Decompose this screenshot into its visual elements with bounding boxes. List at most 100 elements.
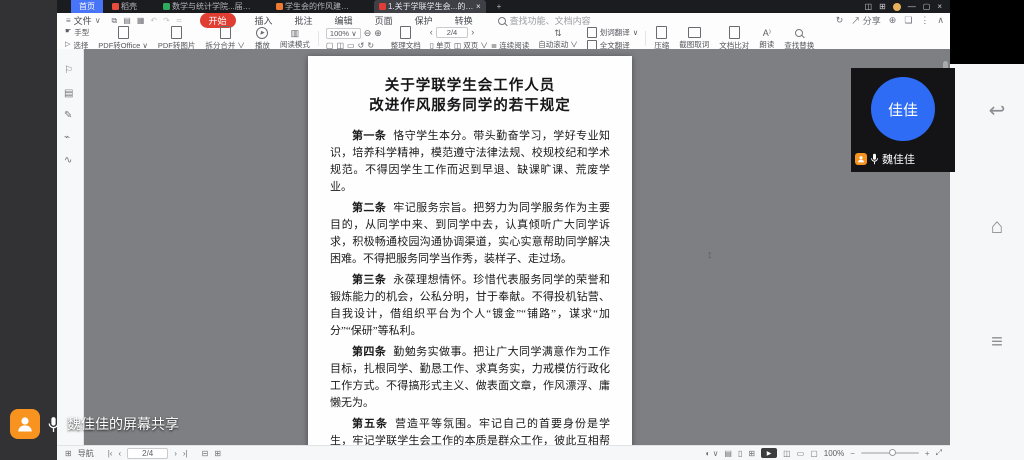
- tab-home[interactable]: 首页: [71, 0, 103, 13]
- find-replace-button[interactable]: 查找替换: [779, 27, 819, 51]
- pdf-to-image-button[interactable]: PDF转图片: [153, 26, 201, 51]
- share-button[interactable]: ↗ 分享: [851, 14, 881, 27]
- thumbnails-icon[interactable]: ▤: [64, 88, 73, 99]
- close-tab-icon[interactable]: ×: [476, 2, 481, 11]
- zoom-level-select[interactable]: 100% ∨: [326, 28, 361, 39]
- print-icon[interactable]: ▦: [137, 16, 145, 25]
- play-button[interactable]: ▶播放: [250, 27, 275, 51]
- next-page-status-icon[interactable]: ›: [174, 449, 177, 458]
- screen-share-banner[interactable]: 魏佳佳的屏幕共享: [10, 409, 179, 439]
- last-page-icon[interactable]: ›|: [183, 449, 188, 458]
- word-translate-icon: [587, 27, 597, 38]
- wps-window: 首页 稻壳 数学与统计学院...届学生骨干汇总表 学生会的作风建设.pptx 1…: [57, 0, 950, 460]
- fit-width-status-icon[interactable]: ▭: [797, 449, 805, 458]
- menu-annotate[interactable]: 批注: [295, 14, 313, 27]
- document-title-line1: 关于学联学生会工作人员: [308, 56, 632, 96]
- organize-doc-button[interactable]: 整理文档: [386, 26, 426, 51]
- collapse-ribbon-icon[interactable]: ∧: [937, 15, 944, 26]
- collapse-view-icon[interactable]: ⊟: [202, 449, 209, 458]
- status-zoom-value[interactable]: 100%: [824, 449, 844, 458]
- minimize-button[interactable]: —: [908, 2, 916, 11]
- status-page-input[interactable]: 2/4: [127, 448, 168, 459]
- file-menu[interactable]: 文件: [74, 14, 92, 27]
- open-icon[interactable]: ⧉: [112, 16, 118, 26]
- pdf-icon: [379, 3, 386, 10]
- phone-home-icon[interactable]: ⌂: [974, 215, 1020, 239]
- undo-icon[interactable]: ↶: [150, 16, 157, 25]
- tab-excel-doc[interactable]: 数学与统计学院...届学生骨干汇总表: [158, 0, 261, 13]
- menu-insert[interactable]: 插入: [255, 14, 273, 27]
- read-layout-icon[interactable]: ▤: [724, 449, 732, 458]
- cloud-sync-icon[interactable]: ↻: [836, 15, 844, 26]
- read-aloud-button[interactable]: A⁾朗读: [754, 28, 779, 50]
- redo-icon[interactable]: ↷: [163, 16, 170, 25]
- account-avatar[interactable]: [893, 3, 901, 11]
- play-fullscreen-button[interactable]: ▶: [761, 448, 777, 458]
- zoom-slider-thumb[interactable]: [889, 449, 896, 456]
- scroll-cursor-icon: ↕: [707, 249, 713, 261]
- new-tab-button[interactable]: +: [492, 0, 507, 13]
- signature-icon[interactable]: ∿: [64, 155, 72, 166]
- attachment-icon[interactable]: ⌁: [64, 132, 70, 143]
- auto-scroll-button[interactable]: ⇅自动滚动 ∨: [533, 28, 583, 50]
- pdf-to-office-button[interactable]: PDF转Office ∨: [93, 26, 153, 51]
- first-page-icon[interactable]: |‹: [108, 449, 113, 458]
- more-dots-icon[interactable]: ⋮: [920, 15, 929, 26]
- close-window-button[interactable]: ×: [937, 2, 942, 11]
- grid-view-icon[interactable]: ⊞: [748, 449, 755, 458]
- pdf-page[interactable]: 关于学联学生会工作人员 改进作风服务同学的若干规定 第一条恪守学生本分。带头勤奋…: [308, 56, 632, 445]
- fit-area-status-icon[interactable]: ▢: [810, 449, 818, 458]
- more-tools-icon[interactable]: ≂: [176, 16, 183, 25]
- article-2: 第二条牢记服务宗旨。把努力为同学服务作为主要目的，从同学中来、到同学中去，认真倾…: [330, 200, 610, 268]
- compress-button[interactable]: 压缩: [649, 26, 674, 51]
- layout-icon[interactable]: ◫: [865, 2, 873, 11]
- panel-icon[interactable]: ❏: [904, 15, 912, 26]
- prev-page-icon[interactable]: ‹: [430, 27, 433, 37]
- comment-icon[interactable]: ✎: [64, 110, 72, 121]
- screenshot-button[interactable]: 截图取词: [674, 27, 714, 50]
- next-page-icon[interactable]: ›: [471, 27, 474, 37]
- tab-bar: 首页 稻壳 数学与统计学院...届学生骨干汇总表 学生会的作风建设.pptx 1…: [57, 0, 950, 13]
- workspace-grid-icon[interactable]: ⊞: [879, 2, 886, 11]
- document-body: 第一条恪守学生本分。带头勤奋学习，学好专业知识，培养科学精神，模范遵守法律法规、…: [330, 128, 610, 445]
- zoom-out-status-icon[interactable]: −: [850, 449, 855, 458]
- zoom-in-status-icon[interactable]: +: [925, 449, 930, 458]
- fullscreen-icon[interactable]: ⤢: [936, 448, 942, 458]
- zoom-slider[interactable]: [861, 452, 919, 454]
- help-icon[interactable]: ⊕: [889, 15, 897, 26]
- navigation-label[interactable]: 导航: [78, 448, 94, 459]
- prev-page-status-icon[interactable]: ‹: [118, 449, 121, 458]
- hand-tool-button[interactable]: ☛手型: [65, 27, 89, 38]
- video-call-tile[interactable]: 佳佳 魏佳佳: [851, 68, 955, 172]
- menu-edit[interactable]: 编辑: [335, 14, 353, 27]
- fit-page-status-icon[interactable]: ◫: [783, 449, 791, 458]
- pdf-to-image-icon: [171, 26, 182, 39]
- restore-button[interactable]: ▢: [923, 2, 931, 11]
- tab-pdf-doc-active[interactable]: 1.关于学联学生会...的若干规定.pdf ×: [374, 0, 486, 13]
- zoom-out-icon[interactable]: ⊖: [364, 28, 372, 38]
- bookmark-icon[interactable]: ⚐: [64, 65, 73, 76]
- save-icon[interactable]: ▤: [123, 16, 131, 25]
- word-translate-button[interactable]: 划词翻译 ∨: [587, 27, 639, 38]
- compress-icon: [656, 26, 667, 39]
- search-input[interactable]: 查找功能、文档内容: [498, 14, 591, 27]
- presentation-icon: [276, 3, 283, 10]
- tab-docer[interactable]: 稻壳: [107, 0, 142, 13]
- document-canvas[interactable]: ⚐ ▤ ✎ ⌁ ∿ 关于学联学生会工作人员 改进作风服务同学的若干规定 第一条恪…: [57, 49, 950, 445]
- play-icon: ▶: [256, 27, 268, 39]
- read-mode-button[interactable]: ▥阅读模式: [275, 28, 315, 50]
- phone-back-icon[interactable]: ↩: [974, 98, 1020, 123]
- split-merge-button[interactable]: 拆分合并 ∨: [200, 26, 250, 51]
- zoom-in-icon[interactable]: ⊕: [374, 28, 382, 38]
- doc-compare-button[interactable]: 文档比对: [714, 26, 754, 51]
- navigation-grid-icon[interactable]: ⊞: [65, 449, 72, 458]
- read-aloud-icon: A⁾: [763, 28, 771, 38]
- main-menu-icon[interactable]: ≡: [66, 16, 71, 25]
- single-view-icon[interactable]: ▯: [738, 449, 742, 458]
- page-number-input[interactable]: 2/4: [436, 27, 468, 38]
- menu-convert[interactable]: 转换: [455, 14, 473, 27]
- tab-ppt-doc[interactable]: 学生会的作风建设.pptx: [271, 0, 354, 13]
- expand-view-icon[interactable]: ⊞: [214, 449, 221, 458]
- phone-recents-icon[interactable]: ≡: [974, 331, 1020, 354]
- background-color-icon[interactable]: ◐ ∨: [705, 449, 718, 458]
